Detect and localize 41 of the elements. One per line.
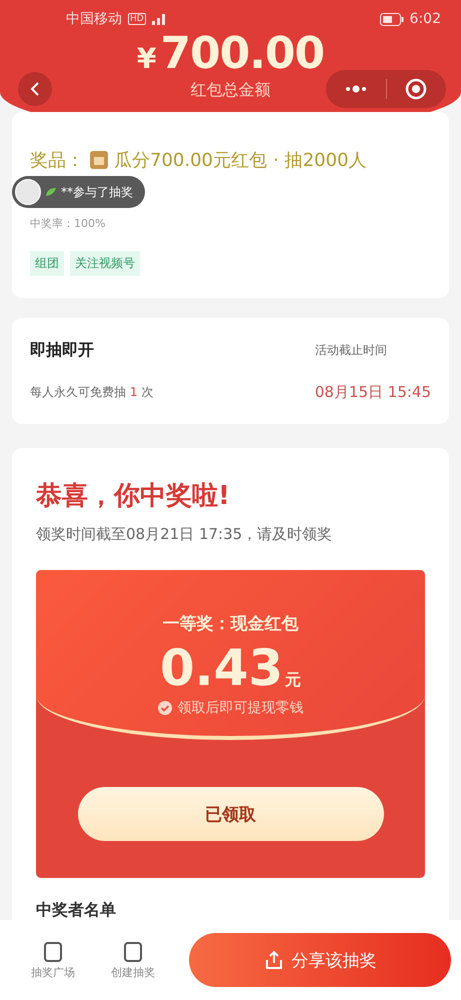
share-button[interactable]: 分享该抽奖	[189, 933, 451, 987]
carrier-label: 中国移动	[66, 10, 122, 28]
clock-time: 6:02	[410, 11, 441, 27]
target-icon	[405, 78, 428, 100]
leaf-icon	[45, 187, 57, 197]
back-icon	[29, 81, 41, 97]
withdraw-note: 领取后即可提现零钱	[178, 699, 304, 717]
win-title: 恭喜，你中奖啦!	[36, 480, 231, 513]
tag: 组团	[30, 251, 64, 276]
draw-rule: 每人永久可免费抽 1 次	[30, 384, 154, 401]
claim-deadline: 领奖时间截至08月21日 17:35，请及时领奖	[36, 525, 334, 544]
currency-symbol: ¥	[136, 42, 156, 75]
winners-title: 中奖者名单	[36, 900, 117, 921]
bottom-nav-item[interactable]: 创建抽奖	[98, 940, 168, 980]
winner-count: 抽2000人	[284, 149, 367, 172]
total-amount: 700.00	[160, 32, 324, 76]
hd-badge: HD	[128, 13, 146, 25]
prize-amount: 0.43	[160, 639, 284, 697]
back-button[interactable]	[18, 72, 52, 106]
share-icon	[264, 950, 284, 970]
win-rate: 中奖率：100%	[30, 216, 106, 231]
prize-label: 奖品：	[30, 149, 84, 172]
prize-title: 一等奖：现金红包	[162, 613, 298, 635]
currency-unit: 元	[285, 670, 302, 691]
nav-icon	[122, 940, 144, 962]
gift-icon	[90, 151, 108, 169]
check-icon	[158, 701, 172, 715]
signal-icon	[152, 13, 168, 25]
deadline-label: 活动截止时间	[314, 342, 388, 359]
prize-name: 瓜分700.00元红包	[114, 149, 267, 172]
tag: 关注视频号	[70, 251, 140, 276]
separator-dot: ·	[272, 150, 279, 170]
deadline-time: 08月15日 15:45	[314, 383, 431, 402]
bottom-nav-item[interactable]: 抽奖广场	[18, 940, 88, 980]
more-icon	[344, 85, 368, 93]
avatar	[15, 179, 41, 205]
battery-icon	[380, 12, 404, 26]
nav-icon	[42, 940, 64, 962]
toast-text: **参与了抽奖	[61, 184, 133, 200]
amount-caption: 红包总金额	[190, 80, 272, 101]
draw-mode-title: 即抽即开	[30, 340, 95, 361]
